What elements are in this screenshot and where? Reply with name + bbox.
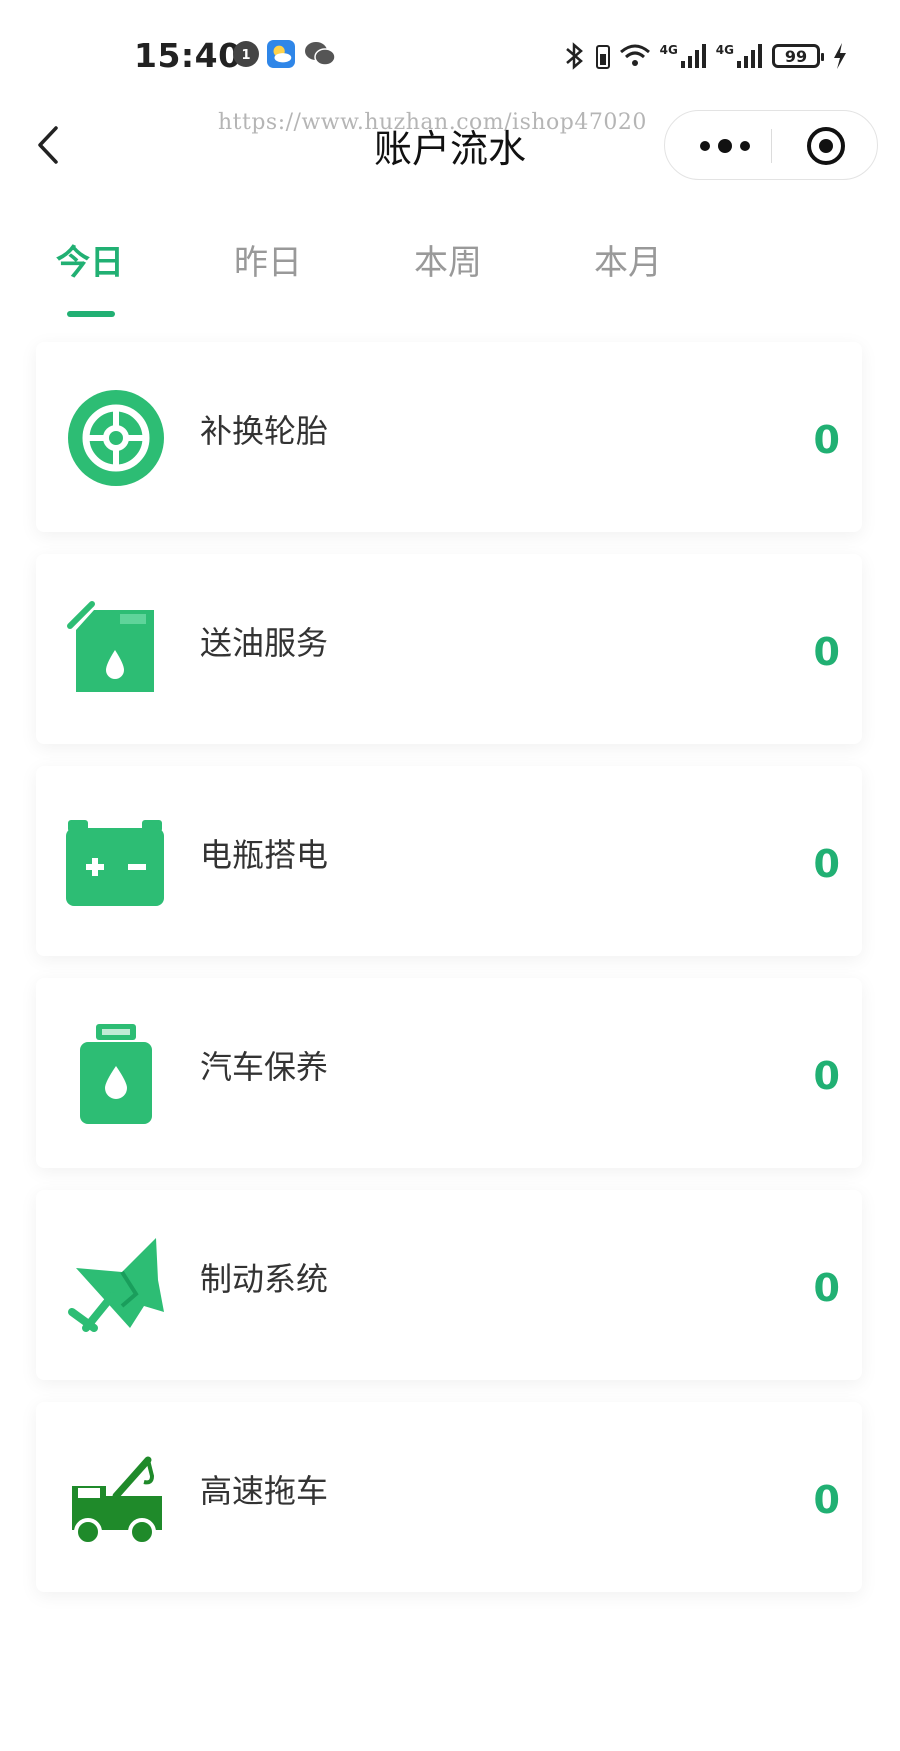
- list-item-maintenance[interactable]: 汽车保养 0: [36, 978, 862, 1168]
- item-label: 补换轮胎: [200, 412, 329, 450]
- nav-bar: 账户流水 https://www.huzhan.com/ishop47020: [0, 100, 900, 190]
- bluetooth-icon: [565, 42, 583, 70]
- network-label-2: 4G: [715, 43, 734, 57]
- tab-this-week[interactable]: 本周: [358, 235, 538, 284]
- sim-badge-icon: 1: [233, 41, 259, 67]
- signal-icon-2: [737, 44, 762, 68]
- more-icon[interactable]: [695, 132, 755, 160]
- capsule-divider: [771, 129, 772, 163]
- status-time: 15:40: [134, 36, 242, 75]
- item-value: 0: [813, 842, 840, 886]
- list-item-tire[interactable]: 补换轮胎 0: [36, 342, 862, 532]
- service-list: 补换轮胎 0 送油服务 0 电瓶搭电 0 汽车保养 0 制动系统 0 高速拖车 …: [36, 342, 862, 1614]
- list-item-tow[interactable]: 高速拖车 0: [36, 1402, 862, 1592]
- wechat-icon: [305, 42, 336, 66]
- battery-level: 99: [784, 46, 808, 66]
- item-label: 制动系统: [200, 1260, 329, 1298]
- close-target-icon[interactable]: [805, 125, 847, 167]
- tab-this-month[interactable]: 本月: [538, 235, 718, 284]
- item-label: 电瓶搭电: [200, 836, 329, 874]
- item-label: 汽车保养: [200, 1048, 329, 1086]
- charging-icon: [834, 43, 846, 69]
- phone-battery-small-icon: [595, 45, 610, 69]
- tire-icon: [68, 390, 164, 486]
- brake-icon: [68, 1238, 164, 1332]
- tab-today[interactable]: 今日: [0, 235, 180, 284]
- network-label-1: 4G: [659, 43, 678, 57]
- item-label: 送油服务: [200, 624, 329, 662]
- list-item-fuel[interactable]: 送油服务 0: [36, 554, 862, 744]
- svg-text:1: 1: [241, 48, 250, 63]
- watermark: https://www.huzhan.com/ishop47020: [218, 110, 647, 135]
- item-value: 0: [813, 1266, 840, 1310]
- wifi-icon: [619, 44, 650, 66]
- signal-icon-1: [680, 44, 706, 68]
- weather-app-icon: [267, 40, 295, 68]
- list-item-battery-jump[interactable]: 电瓶搭电 0: [36, 766, 862, 956]
- mini-program-capsule: [664, 110, 878, 180]
- period-tabs: 今日 昨日 本周 本月: [0, 235, 900, 325]
- item-label: 高速拖车: [200, 1472, 329, 1510]
- car-battery-icon: [66, 820, 164, 906]
- tab-yesterday[interactable]: 昨日: [178, 235, 358, 284]
- oil-bottle-icon: [80, 1024, 152, 1124]
- item-value: 0: [813, 1054, 840, 1098]
- status-indicators: 4G 4G 99: [562, 38, 848, 74]
- list-item-brake[interactable]: 制动系统 0: [36, 1190, 862, 1380]
- item-value: 0: [813, 418, 840, 462]
- item-value: 0: [813, 1478, 840, 1522]
- item-value: 0: [813, 630, 840, 674]
- active-tab-indicator: [67, 311, 115, 317]
- tow-truck-icon: [72, 1456, 162, 1546]
- battery-indicator: 99: [772, 44, 824, 68]
- status-bar: 15:40 1 4G 4G 99: [0, 0, 900, 110]
- fuel-can-icon: [67, 601, 154, 692]
